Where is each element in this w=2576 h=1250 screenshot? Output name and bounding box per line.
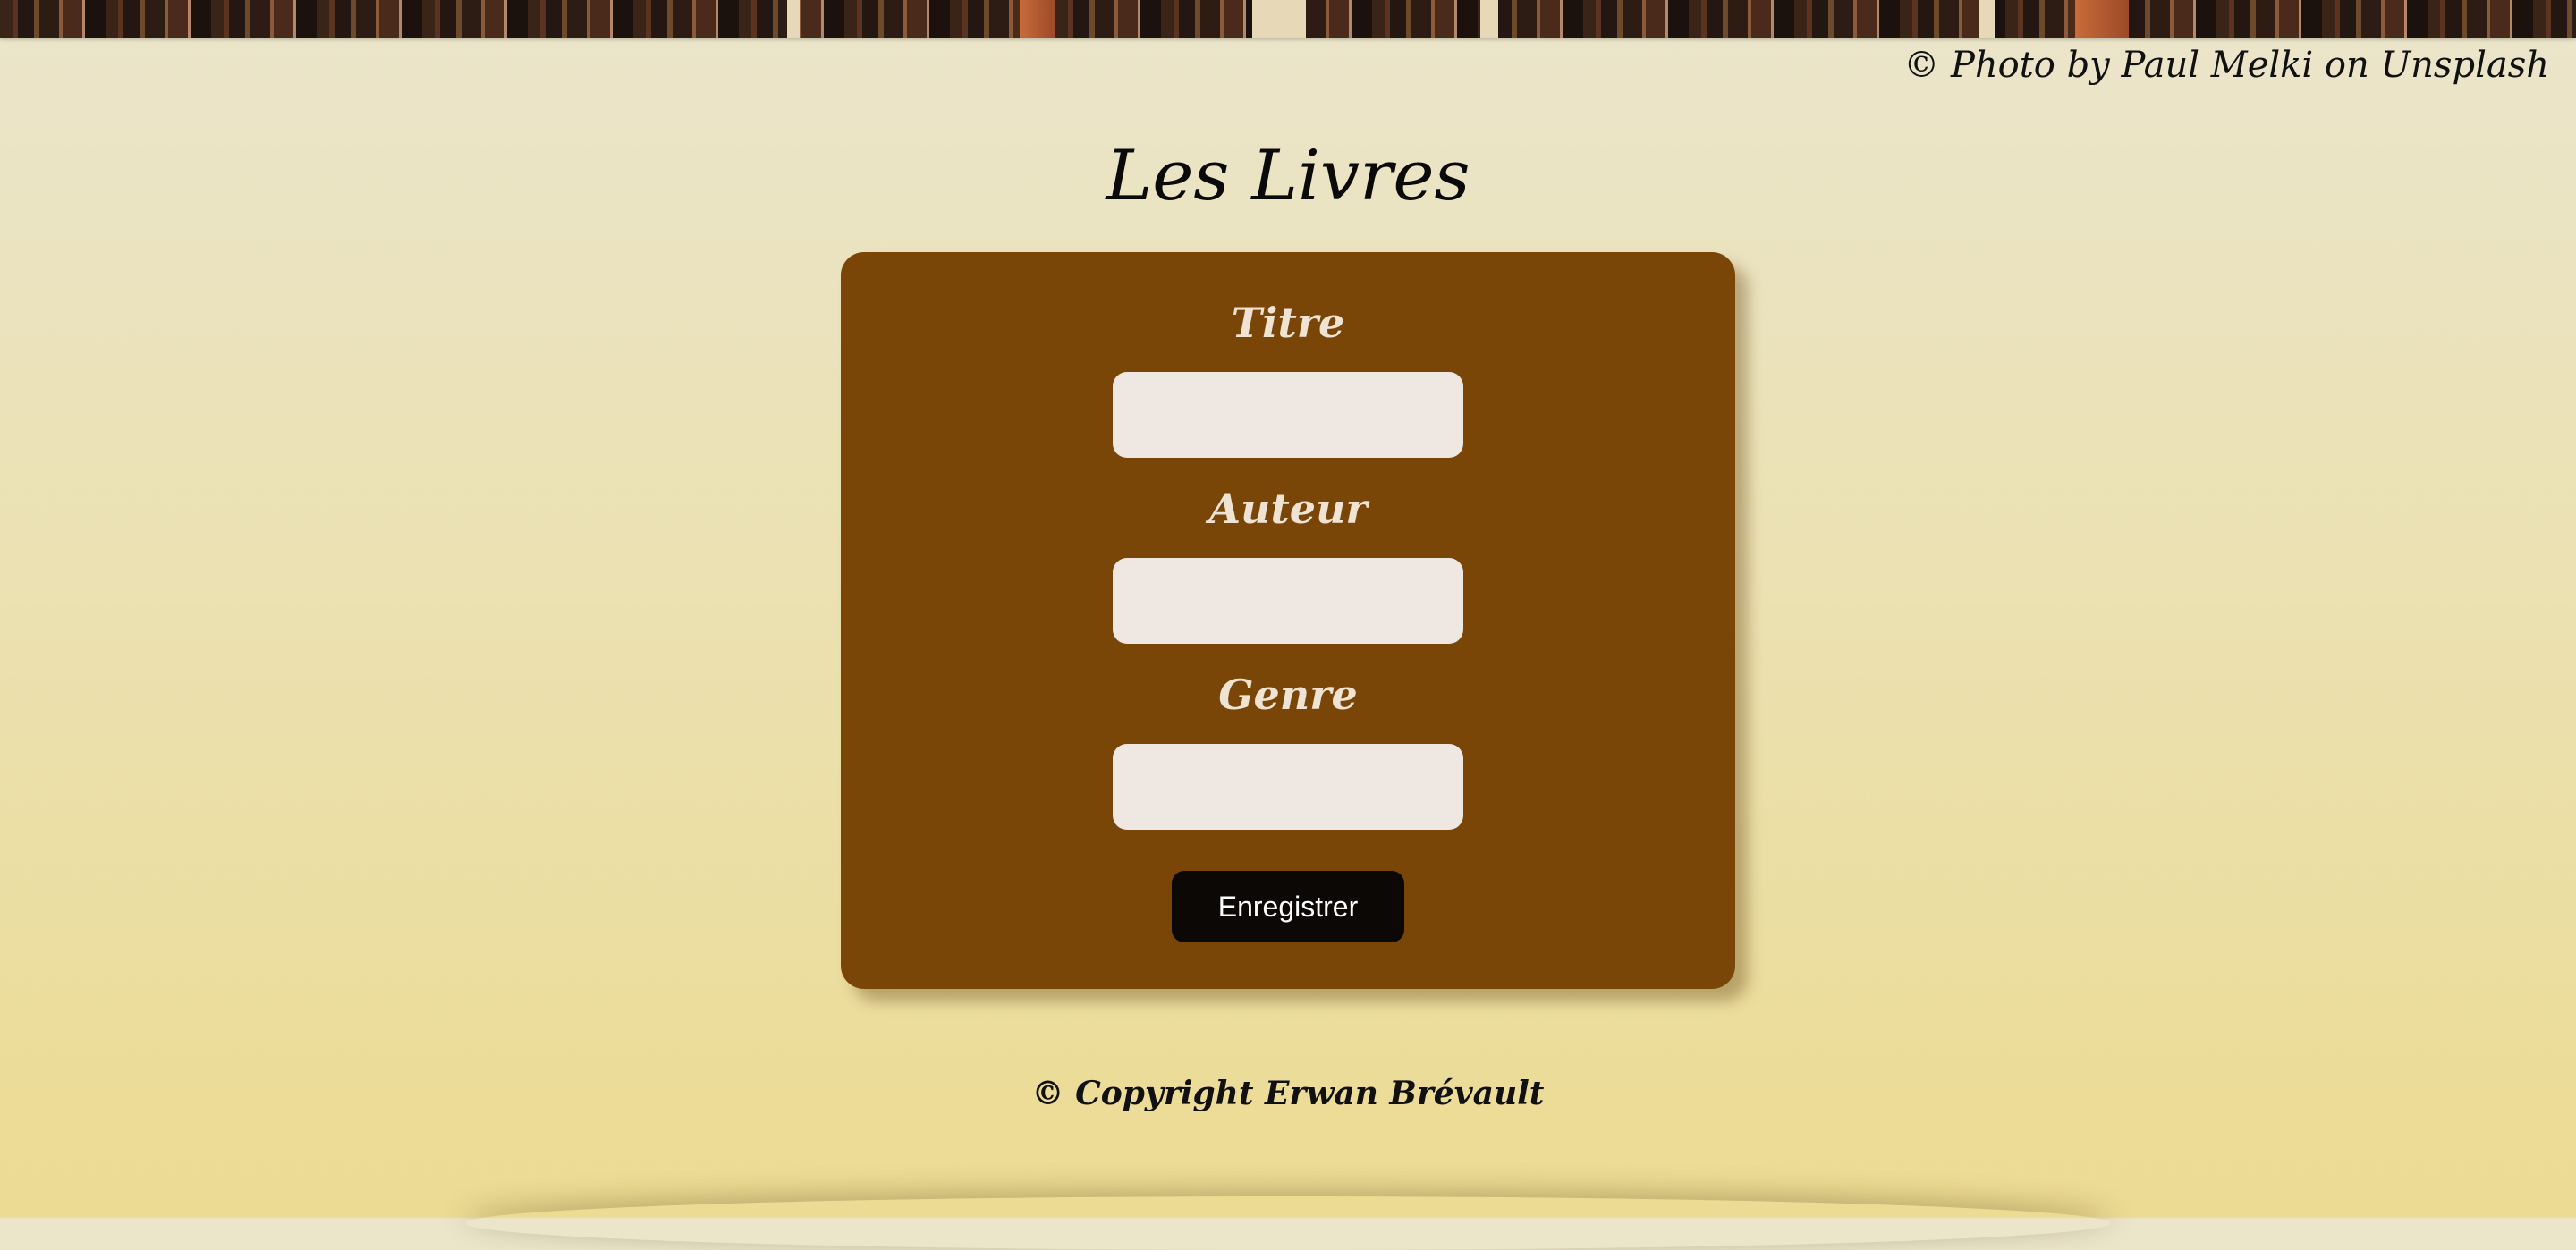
genre-label: Genre: [1218, 671, 1358, 719]
banner-divider: [1979, 0, 1995, 38]
banner-divider: [1480, 0, 1498, 38]
banner-divider: [787, 0, 800, 38]
titre-label: Titre: [1231, 299, 1345, 347]
banner-book-spine: [1020, 0, 1055, 38]
genre-input[interactable]: [1113, 744, 1463, 830]
auteur-input[interactable]: [1113, 558, 1463, 644]
footer-bar-shadow: [465, 1196, 2111, 1250]
banner-divider: [1252, 0, 1306, 38]
photo-credit: © Photo by Paul Melki on Unsplash: [1903, 45, 2549, 86]
banner-book-spine: [2075, 0, 2129, 38]
titre-input[interactable]: [1113, 372, 1463, 458]
auteur-label: Auteur: [1208, 485, 1368, 533]
save-button[interactable]: Enregistrer: [1172, 871, 1404, 942]
bookshelf-banner: [0, 0, 2576, 38]
footer-copyright: © Copyright Erwan Brévault: [1031, 1075, 1545, 1112]
page-title: Les Livres: [1106, 136, 1470, 216]
book-form: Titre Auteur Genre Enregistrer: [841, 252, 1735, 989]
